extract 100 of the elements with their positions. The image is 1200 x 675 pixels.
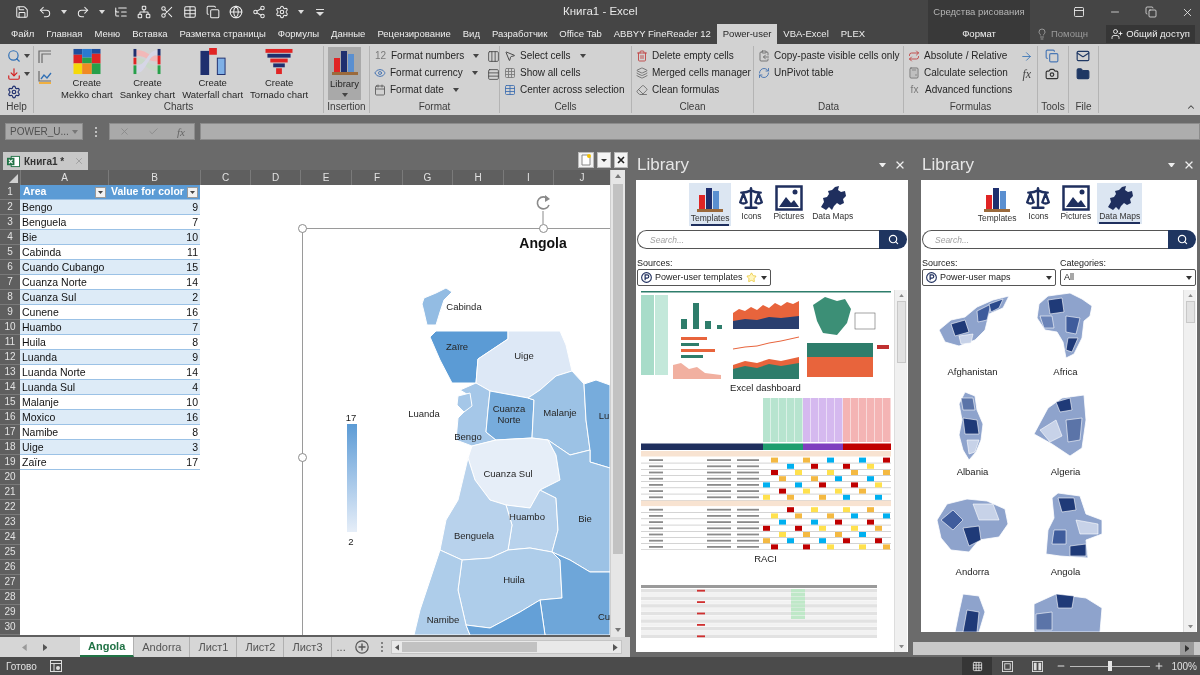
row-header[interactable]: 4 — [0, 230, 20, 245]
library-tab[interactable]: Data Maps — [1097, 183, 1143, 224]
ribbon-tab[interactable]: Формулы — [271, 24, 326, 44]
ribbon-item[interactable]: fx Advanced functions — [908, 81, 1013, 98]
macro-record-icon[interactable] — [50, 660, 62, 672]
ribbon-tab[interactable]: Вид — [456, 24, 486, 44]
share-button[interactable]: Общий доступ — [1106, 25, 1195, 43]
filter-dropdown-icon[interactable] — [187, 186, 198, 198]
caret-icon[interactable] — [61, 10, 67, 14]
row-header[interactable]: 1 — [0, 185, 20, 200]
ribbon-button[interactable]: Create Mekko chart — [59, 47, 115, 100]
ribbon-tab[interactable]: Разметка страницы — [173, 24, 272, 44]
ribbon-item[interactable]: Delete empty cells — [636, 47, 751, 64]
row-header[interactable]: 22 — [0, 500, 20, 515]
vertical-scrollbar[interactable] — [610, 170, 625, 637]
tell-me-box[interactable]: Помощн — [1051, 26, 1088, 42]
caret-icon[interactable] — [24, 72, 30, 76]
library-tab[interactable]: Icons — [1022, 183, 1055, 224]
search-button[interactable] — [879, 230, 907, 249]
ribbon-item[interactable]: Center across selection — [504, 81, 625, 98]
ribbon-tab[interactable]: PLEX — [834, 24, 872, 44]
row-header[interactable]: 12 — [0, 350, 20, 365]
formula-input[interactable] — [200, 123, 1200, 140]
ribbon-button[interactable]: Create Waterfall chart — [180, 47, 246, 100]
ribbon-item[interactable]: Format currency — [374, 64, 480, 81]
camera-icon[interactable] — [1045, 67, 1059, 81]
save-icon[interactable] — [15, 5, 29, 19]
ribbon-display-options-icon[interactable] — [1073, 6, 1085, 18]
resize-handle-icon[interactable] — [539, 224, 548, 233]
scroll-down-icon[interactable] — [898, 644, 904, 648]
row-header[interactable]: 24 — [0, 530, 20, 545]
share-nodes-icon[interactable] — [252, 5, 266, 19]
ribbon-item[interactable]: 12 Format numbers — [374, 47, 480, 64]
ribbon-tab[interactable]: Вставка — [126, 24, 174, 44]
ribbon-item[interactable]: Merged cells manager — [636, 64, 751, 81]
add-sheet-icon[interactable] — [354, 640, 369, 654]
zoom-in-icon[interactable] — [1154, 661, 1165, 671]
row-header[interactable]: 21 — [0, 485, 20, 500]
row-header[interactable]: 28 — [0, 590, 20, 605]
caret-icon[interactable] — [24, 54, 30, 58]
ribbon-tab[interactable]: Power-user — [716, 24, 778, 44]
name-box[interactable]: POWER_U... — [5, 123, 83, 140]
filter-dropdown-icon[interactable] — [95, 186, 106, 198]
filter-dropdown[interactable]: All — [1060, 269, 1196, 286]
table-icon[interactable] — [183, 5, 197, 19]
row-header[interactable]: 16 — [0, 410, 20, 425]
scroll-up-icon[interactable] — [615, 174, 621, 178]
settings-icon[interactable] — [7, 85, 21, 99]
globe-icon[interactable] — [229, 5, 243, 19]
search-icon[interactable] — [7, 49, 21, 63]
ribbon-tab[interactable]: Меню — [88, 24, 127, 44]
columns-icon[interactable] — [487, 50, 501, 63]
zoom-slider[interactable] — [1070, 661, 1151, 671]
ribbon-tab[interactable]: Формат — [954, 24, 1004, 44]
caret-icon[interactable] — [99, 10, 105, 14]
row-header[interactable]: 9 — [0, 305, 20, 320]
library-tab[interactable]: Templates — [688, 183, 732, 226]
caret-icon[interactable] — [298, 10, 304, 14]
row-header[interactable]: 15 — [0, 395, 20, 410]
arrow-right-icon[interactable] — [1020, 50, 1034, 63]
scroll-down-icon[interactable] — [615, 628, 621, 632]
row-header[interactable]: 11 — [0, 335, 20, 350]
library-tab[interactable]: Pictures — [771, 183, 807, 224]
ribbon-item[interactable]: Absolute / Relative — [908, 47, 1013, 64]
resize-handle-icon[interactable] — [298, 453, 307, 462]
ribbon-item[interactable]: Show all cells — [504, 64, 625, 81]
zoom-slider-thumb[interactable] — [1108, 661, 1113, 671]
search-field[interactable]: Search... — [922, 230, 1168, 249]
row-header[interactable]: 6 — [0, 260, 20, 275]
ribbon-button[interactable]: Library — [328, 47, 362, 100]
redo-icon[interactable] — [76, 5, 90, 19]
scroll-right-icon[interactable] — [1184, 645, 1190, 652]
vertical-scrollbar[interactable] — [1183, 290, 1196, 632]
library-tab[interactable]: Templates — [975, 183, 1019, 226]
scrollbar-thumb[interactable] — [613, 184, 623, 554]
ribbon-tab[interactable]: VBA-Excel — [777, 24, 835, 44]
ribbon-button[interactable]: Create Sankey chart — [117, 47, 178, 100]
filter-dropdown[interactable]: Power-user templates — [637, 269, 771, 286]
ribbon-tab[interactable]: Рецензирование — [371, 24, 457, 44]
ribbon-item[interactable]: Select cells — [504, 47, 625, 64]
vertical-scrollbar[interactable] — [894, 290, 907, 652]
row-header[interactable]: 7 — [0, 275, 20, 290]
sheet-tab[interactable]: Angola — [80, 637, 135, 657]
row-header[interactable]: 20 — [0, 470, 20, 485]
scroll-left-icon[interactable] — [394, 643, 400, 651]
panel-menu-caret-icon[interactable] — [1168, 162, 1175, 168]
scroll-up-icon[interactable] — [898, 294, 904, 298]
resize-handle-icon[interactable] — [298, 224, 307, 233]
horizontal-scrollbar[interactable] — [390, 640, 622, 654]
scroll-up-icon[interactable] — [1187, 294, 1193, 298]
ribbon-item[interactable]: Format date — [374, 81, 480, 98]
more-sheets-button[interactable]: ... — [331, 637, 351, 657]
dropdown-icon[interactable] — [597, 152, 611, 168]
horizontal-scrollbar[interactable] — [913, 642, 1200, 655]
close-icon[interactable] — [614, 152, 628, 168]
ribbon-item[interactable]: Calculate selection — [908, 64, 1013, 81]
view-button[interactable] — [962, 657, 993, 675]
raci-table-preview-drawing[interactable] — [640, 398, 891, 550]
ribbon-item[interactable]: Clean formulas — [636, 81, 751, 98]
collapse-ribbon-icon[interactable] — [1186, 102, 1196, 112]
